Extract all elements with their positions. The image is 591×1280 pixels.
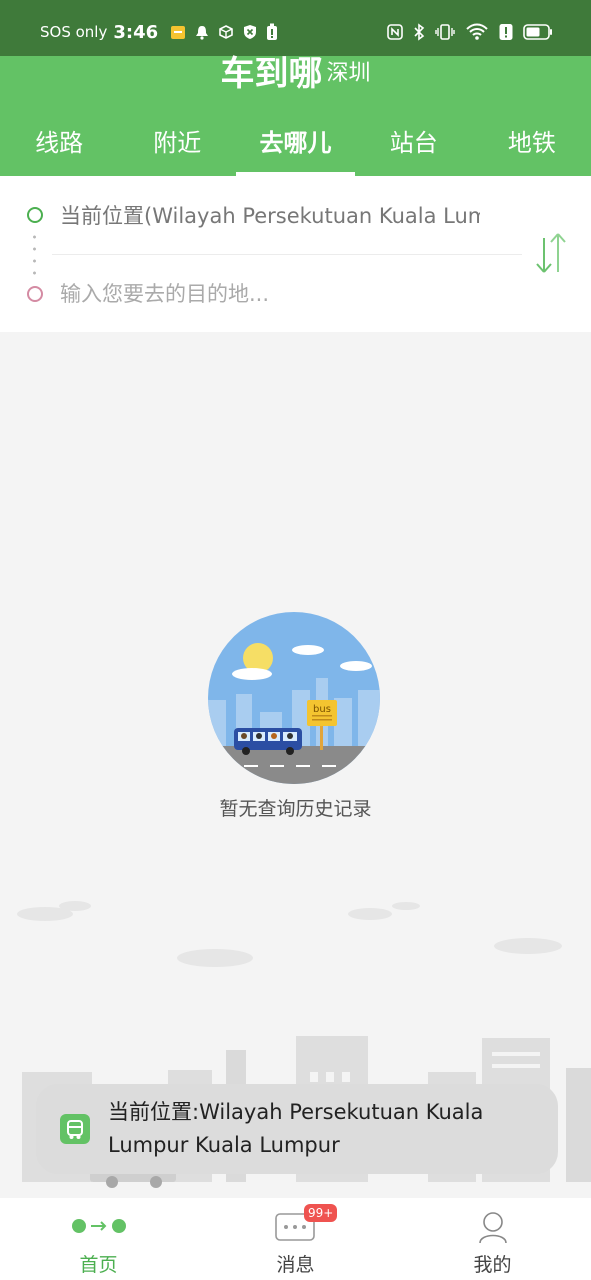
clock: 3:46 xyxy=(113,21,159,43)
bluetooth-icon xyxy=(413,23,425,41)
nav-home-label: 首页 xyxy=(79,1254,118,1276)
nav-messages[interactable]: 消息 xyxy=(197,1198,394,1280)
tab-nearby[interactable]: 附近 xyxy=(118,120,236,176)
carrier-text: SOS only xyxy=(40,23,108,41)
bottom-nav: 首页 消息 我的 99+ xyxy=(0,1198,591,1280)
wifi-icon xyxy=(465,23,489,41)
shield-icon xyxy=(242,24,258,40)
divider xyxy=(52,254,522,255)
tab-bar: 线路 附近 去哪儿 站台 地铁 xyxy=(0,120,591,176)
battery-alert-icon xyxy=(266,23,278,41)
origin-input[interactable]: 当前位置(Wilayah Persekutuan Kuala Lumpur Ku… xyxy=(60,196,480,236)
profile-icon xyxy=(478,1212,507,1244)
nav-messages-label: 消息 xyxy=(276,1254,315,1276)
city-selector[interactable]: 深圳 xyxy=(326,61,370,86)
route-connector xyxy=(33,231,36,279)
bus-sign-text: bus xyxy=(313,704,331,715)
route-input-card: 当前位置(Wilayah Persekutuan Kuala Lumpur Ku… xyxy=(0,176,591,332)
bus-app-icon xyxy=(60,1114,90,1144)
swap-button[interactable] xyxy=(532,228,572,284)
tab-station[interactable]: 站台 xyxy=(355,120,473,176)
end-point-icon xyxy=(27,286,43,302)
nav-home[interactable]: 首页 xyxy=(0,1198,197,1280)
tab-route[interactable]: 线路 xyxy=(0,120,118,176)
nav-profile[interactable]: 我的 xyxy=(394,1198,591,1280)
toast-message: 当前位置:Wilayah Persekutuan Kuala Lumpur Ku… xyxy=(108,1100,484,1157)
tab-subway[interactable]: 地铁 xyxy=(473,120,591,176)
swap-icon xyxy=(536,233,566,273)
empty-state-message: 暂无查询历史记录 xyxy=(219,798,372,820)
location-toast: 当前位置:Wilayah Persekutuan Kuala Lumpur Ku… xyxy=(36,1084,558,1174)
tab-where-to[interactable]: 去哪儿 xyxy=(236,120,355,176)
start-point-icon xyxy=(27,207,43,223)
app-title: 车到哪 xyxy=(220,54,323,94)
bell-icon xyxy=(194,24,210,40)
vibrate-icon xyxy=(435,23,455,41)
title-bar: 车到哪 深圳 xyxy=(0,56,591,96)
route-icon xyxy=(71,1219,126,1233)
destination-input[interactable]: 输入您要去的目的地... xyxy=(60,274,480,314)
alert-icon xyxy=(499,23,513,41)
calendar-icon xyxy=(170,24,186,40)
empty-state-illustration: bus xyxy=(208,612,380,784)
nav-profile-label: 我的 xyxy=(473,1254,512,1276)
app-header: 车到哪 深圳 线路 附近 去哪儿 站台 地铁 xyxy=(0,56,591,176)
status-bar: SOS only 3:46 xyxy=(0,0,591,56)
battery-icon xyxy=(523,23,553,41)
message-badge: 99+ xyxy=(304,1204,338,1222)
nfc-icon xyxy=(387,24,403,40)
box-icon xyxy=(218,24,234,40)
